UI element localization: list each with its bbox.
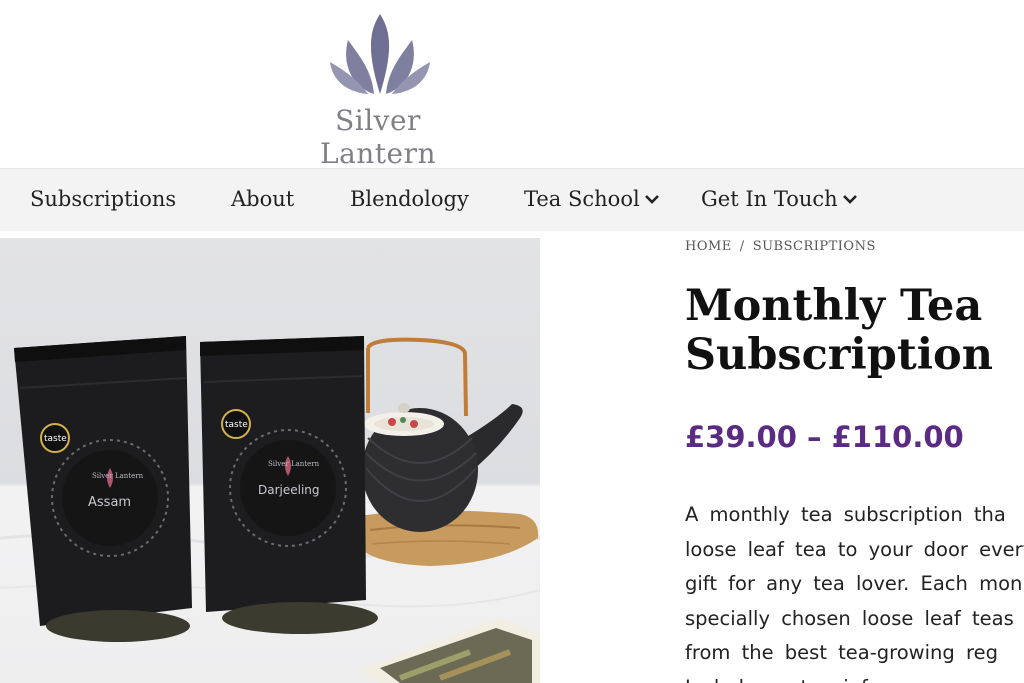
chevron-down-icon [644,195,659,204]
brand-name: Silver Lantern [319,104,437,170]
assam-taste-badge: taste [44,434,67,444]
nav-item-blendology[interactable]: Blendology [350,187,469,211]
assam-pouch-brand: Silver Lantern [92,472,144,480]
nav-item-get-in-touch[interactable]: Get In Touch [701,187,858,211]
darjeeling-pouch-brand: Silver Lantern [268,460,320,468]
site-header: Silver Lantern [0,0,1024,170]
darjeeling-taste-badge: taste [225,420,248,430]
description-line: from the best tea-growing reg [685,641,998,665]
nav-item-about[interactable]: About [231,187,294,211]
main-nav: Subscriptions About Blendology Tea Schoo… [0,168,1024,231]
product-description: A monthly tea subscription tha loose lea… [685,498,1024,683]
breadcrumb: HOME / SUBSCRIPTIONS [685,239,876,254]
nav-item-label: Subscriptions [30,187,177,211]
breadcrumb-home-link[interactable]: HOME [685,239,732,254]
tea-sample-card [358,618,540,683]
chevron-down-icon [842,195,857,204]
site-logo[interactable]: Silver Lantern [280,10,480,170]
nav-item-subscriptions[interactable]: Subscriptions [30,187,176,211]
darjeeling-pouch-name: Darjeeling [258,483,320,497]
teapot [362,337,523,532]
nav-item-label: Get In Touch [701,187,838,211]
assam-pouch-name: Assam [88,495,131,510]
nav-item-label: Tea School [524,187,640,211]
darjeeling-pouch [200,336,366,612]
product-title: Monthly Tea Subscription [685,281,993,380]
product-image[interactable]: Silver Lantern Assam taste Silver Lanter… [0,238,540,683]
lotus-icon [330,14,430,94]
loose-tea-pile [46,610,190,642]
breadcrumb-current[interactable]: SUBSCRIPTIONS [753,239,876,254]
description-line: Includes a tea infuser. [685,671,1024,683]
description-line: A monthly tea subscription tha [685,503,1006,526]
nav-item-label: About [231,187,295,211]
description-line: gift for any tea lover. Each mon [685,572,1023,596]
description-line: specially chosen loose leaf teas d [685,606,1024,630]
nav-item-label: Blendology [350,187,469,211]
breadcrumb-separator: / [739,239,745,254]
nav-item-tea-school[interactable]: Tea School [524,187,660,211]
product-price: £39.00 – £110.00 [685,420,964,454]
loose-tea-pile [222,602,378,634]
description-line: loose leaf tea to your door every [685,537,1024,561]
assam-pouch [14,336,192,626]
